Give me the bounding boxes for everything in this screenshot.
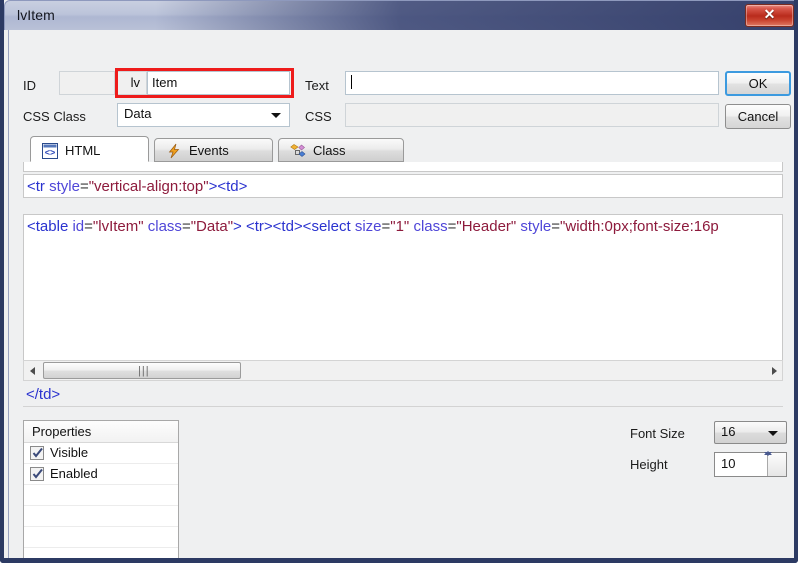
properties-header-label: Properties (32, 424, 92, 439)
properties-list[interactable]: Properties Visible Enabled (23, 420, 179, 558)
font-size-value: 16 (721, 424, 736, 439)
tab-content-strip (23, 162, 783, 172)
window-title: lvItem (17, 7, 55, 23)
code-token: class (413, 218, 448, 235)
code-token: "Header" (456, 218, 517, 235)
scroll-left-button[interactable] (24, 361, 41, 380)
code-token: = (181, 218, 191, 235)
code-token: </td> (26, 386, 61, 403)
cancel-button[interactable]: Cancel (725, 104, 791, 129)
chevron-down-icon (768, 430, 778, 436)
code-token: <table (27, 218, 73, 235)
code-token: = (381, 218, 391, 235)
code-token: class (147, 218, 182, 235)
lightning-bolt-icon (166, 143, 182, 159)
property-row-empty[interactable] (24, 527, 178, 548)
checkbox-visible[interactable] (30, 446, 44, 460)
code-token: = (84, 218, 93, 235)
tab-strip: <> HTML Events Class (23, 136, 783, 162)
code-token: "1" (390, 218, 410, 235)
id-name-input[interactable]: Item (147, 71, 290, 95)
scroll-right-button[interactable] (765, 361, 782, 380)
height-spinner[interactable]: 10 (714, 451, 787, 477)
property-row-empty[interactable] (24, 548, 178, 558)
tab-html-label: HTML (65, 143, 101, 158)
property-label-visible: Visible (50, 445, 89, 460)
triangle-left-icon (29, 366, 35, 375)
code-top-content: <tr style="vertical-align:top"><td> (27, 178, 247, 195)
spinner-buttons[interactable] (764, 451, 786, 476)
close-icon: ✕ (763, 6, 776, 22)
checkbox-enabled[interactable] (30, 467, 44, 481)
code-token: <tr (27, 178, 50, 195)
shapes-icon (290, 143, 306, 159)
code-token: "vertical-align:top" (88, 178, 209, 195)
code-editor-main[interactable]: <table id="lvItem" class="Data"> <tr><td… (23, 214, 783, 362)
tab-html[interactable]: <> HTML (30, 136, 149, 162)
code-main-content: <table id="lvItem" class="Data"> <tr><td… (27, 218, 719, 235)
code-token: style (49, 178, 80, 195)
horizontal-scrollbar[interactable]: ||| (23, 360, 783, 381)
code-token: size (354, 218, 382, 235)
dialog-window: lvItem ✕ ID lv Item Text OK CSS Class Da… (0, 0, 798, 563)
code-token: "width:0px;font-size:16p (560, 218, 719, 235)
svg-text:<>: <> (45, 148, 56, 158)
css-input[interactable] (345, 103, 719, 127)
title-bar[interactable]: lvItem ✕ (4, 0, 794, 30)
code-token: ><td> (208, 178, 248, 195)
text-label: Text (305, 78, 329, 93)
css-class-label: CSS Class (23, 109, 86, 124)
property-label-enabled: Enabled (50, 466, 98, 481)
id-label: ID (23, 78, 36, 93)
tab-events-label: Events (189, 143, 229, 158)
code-token: = (79, 178, 89, 195)
code-token: > <tr><td><select (233, 218, 355, 235)
code-token: id (72, 218, 85, 235)
tab-class-label: Class (313, 143, 346, 158)
code-token: "Data" (190, 218, 234, 235)
css-label: CSS (305, 109, 332, 124)
chevron-down-icon (271, 113, 281, 118)
code-line-bottom[interactable]: </td> (23, 383, 783, 407)
height-label: Height (630, 457, 668, 472)
css-class-combo[interactable]: Data (117, 103, 290, 127)
properties-header: Properties (24, 421, 178, 443)
check-icon (32, 447, 43, 458)
id-prefix-input[interactable]: lv (117, 71, 147, 95)
code-bottom-content: </td> (26, 386, 60, 403)
id-input[interactable] (59, 71, 115, 95)
code-token: = (551, 218, 561, 235)
separator-line (23, 406, 783, 407)
css-class-value: Data (124, 106, 152, 121)
code-token: style (520, 218, 552, 235)
height-value: 10 (721, 456, 736, 471)
font-size-label: Font Size (630, 426, 685, 441)
font-size-combo[interactable]: 16 (714, 421, 787, 444)
property-row-empty[interactable] (24, 485, 178, 506)
grip-icon: ||| (138, 364, 150, 377)
ok-button[interactable]: OK (725, 71, 791, 96)
tab-events[interactable]: Events (154, 138, 273, 162)
close-button[interactable]: ✕ (745, 4, 794, 27)
text-caret (351, 75, 352, 89)
dialog-client-area: ID lv Item Text OK CSS Class Data CSS Ca… (8, 30, 794, 558)
code-line-top[interactable]: <tr style="vertical-align:top"><td> (23, 174, 783, 198)
property-row-empty[interactable] (24, 506, 178, 527)
triangle-down-icon (764, 452, 772, 456)
check-icon (32, 468, 43, 479)
scrollbar-thumb[interactable]: ||| (43, 362, 241, 379)
property-row-visible[interactable]: Visible (24, 443, 178, 464)
triangle-right-icon (771, 366, 777, 375)
property-row-enabled[interactable]: Enabled (24, 464, 178, 485)
tab-class[interactable]: Class (278, 138, 404, 162)
text-input[interactable] (345, 71, 719, 95)
code-token: "lvItem" (92, 218, 144, 235)
code-brackets-icon: <> (42, 143, 58, 159)
